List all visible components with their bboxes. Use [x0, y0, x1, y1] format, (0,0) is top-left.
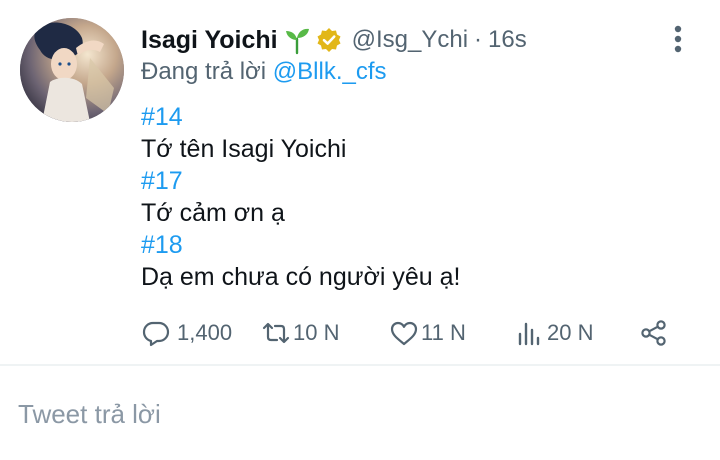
- separator-dot: ·: [474, 26, 483, 53]
- views-count: 20 N: [547, 320, 594, 345]
- more-vertical-icon[interactable]: [666, 22, 690, 56]
- sprout-icon: [284, 25, 310, 55]
- hashtag[interactable]: #14: [141, 101, 701, 133]
- views-button[interactable]: 20 N: [515, 312, 593, 354]
- retweet-button[interactable]: 10 N: [261, 312, 339, 354]
- replying-mention[interactable]: @Bllk._cfs: [273, 58, 387, 85]
- share-button[interactable]: [639, 312, 669, 354]
- verified-icon[interactable]: [316, 27, 342, 53]
- tweet-body: #14 Tớ tên Isagi Yoichi #17 Tớ cảm ơn ạ …: [141, 101, 701, 293]
- tweet-header: Isagi Yoichi @Isg_Ychi · 16s: [141, 22, 527, 58]
- reply-button[interactable]: 1,400: [141, 312, 232, 354]
- display-name[interactable]: Isagi Yoichi: [141, 26, 278, 55]
- tweet-text-line: Tớ tên Isagi Yoichi: [141, 135, 347, 163]
- share-icon: [641, 320, 666, 346]
- reply-count: 1,400: [177, 320, 233, 345]
- hashtag[interactable]: #17: [141, 165, 701, 197]
- replying-to: Đang trả lời @Bllk._cfs: [141, 58, 387, 92]
- reply-input[interactable]: [18, 394, 698, 434]
- retweet-count: 10 N: [293, 320, 340, 345]
- like-icon: [390, 321, 418, 346]
- views-icon: [518, 322, 540, 346]
- like-count: 11 N: [421, 320, 466, 345]
- tweet-text-line: Dạ em chưa có người yêu ạ!: [141, 263, 461, 291]
- tweet-actions: 1,400 10 N 11 N 20 N: [141, 312, 681, 354]
- like-button[interactable]: 11 N: [389, 312, 466, 354]
- tweet-card[interactable]: Isagi Yoichi @Isg_Ychi · 16s Đang trả lờ…: [0, 0, 720, 364]
- reply-composer: [0, 366, 720, 460]
- user-handle[interactable]: @Isg_Ychi: [352, 26, 468, 54]
- reply-icon: [142, 321, 170, 347]
- avatar[interactable]: [20, 18, 124, 122]
- hashtag[interactable]: #18: [141, 229, 701, 261]
- tweet-text-line: Tớ cảm ơn ạ: [141, 199, 285, 227]
- replying-prefix: Đang trả lời: [141, 58, 267, 85]
- retweet-icon: [262, 322, 290, 344]
- tweet-time[interactable]: 16s: [488, 26, 527, 54]
- avatar-image: [20, 18, 124, 122]
